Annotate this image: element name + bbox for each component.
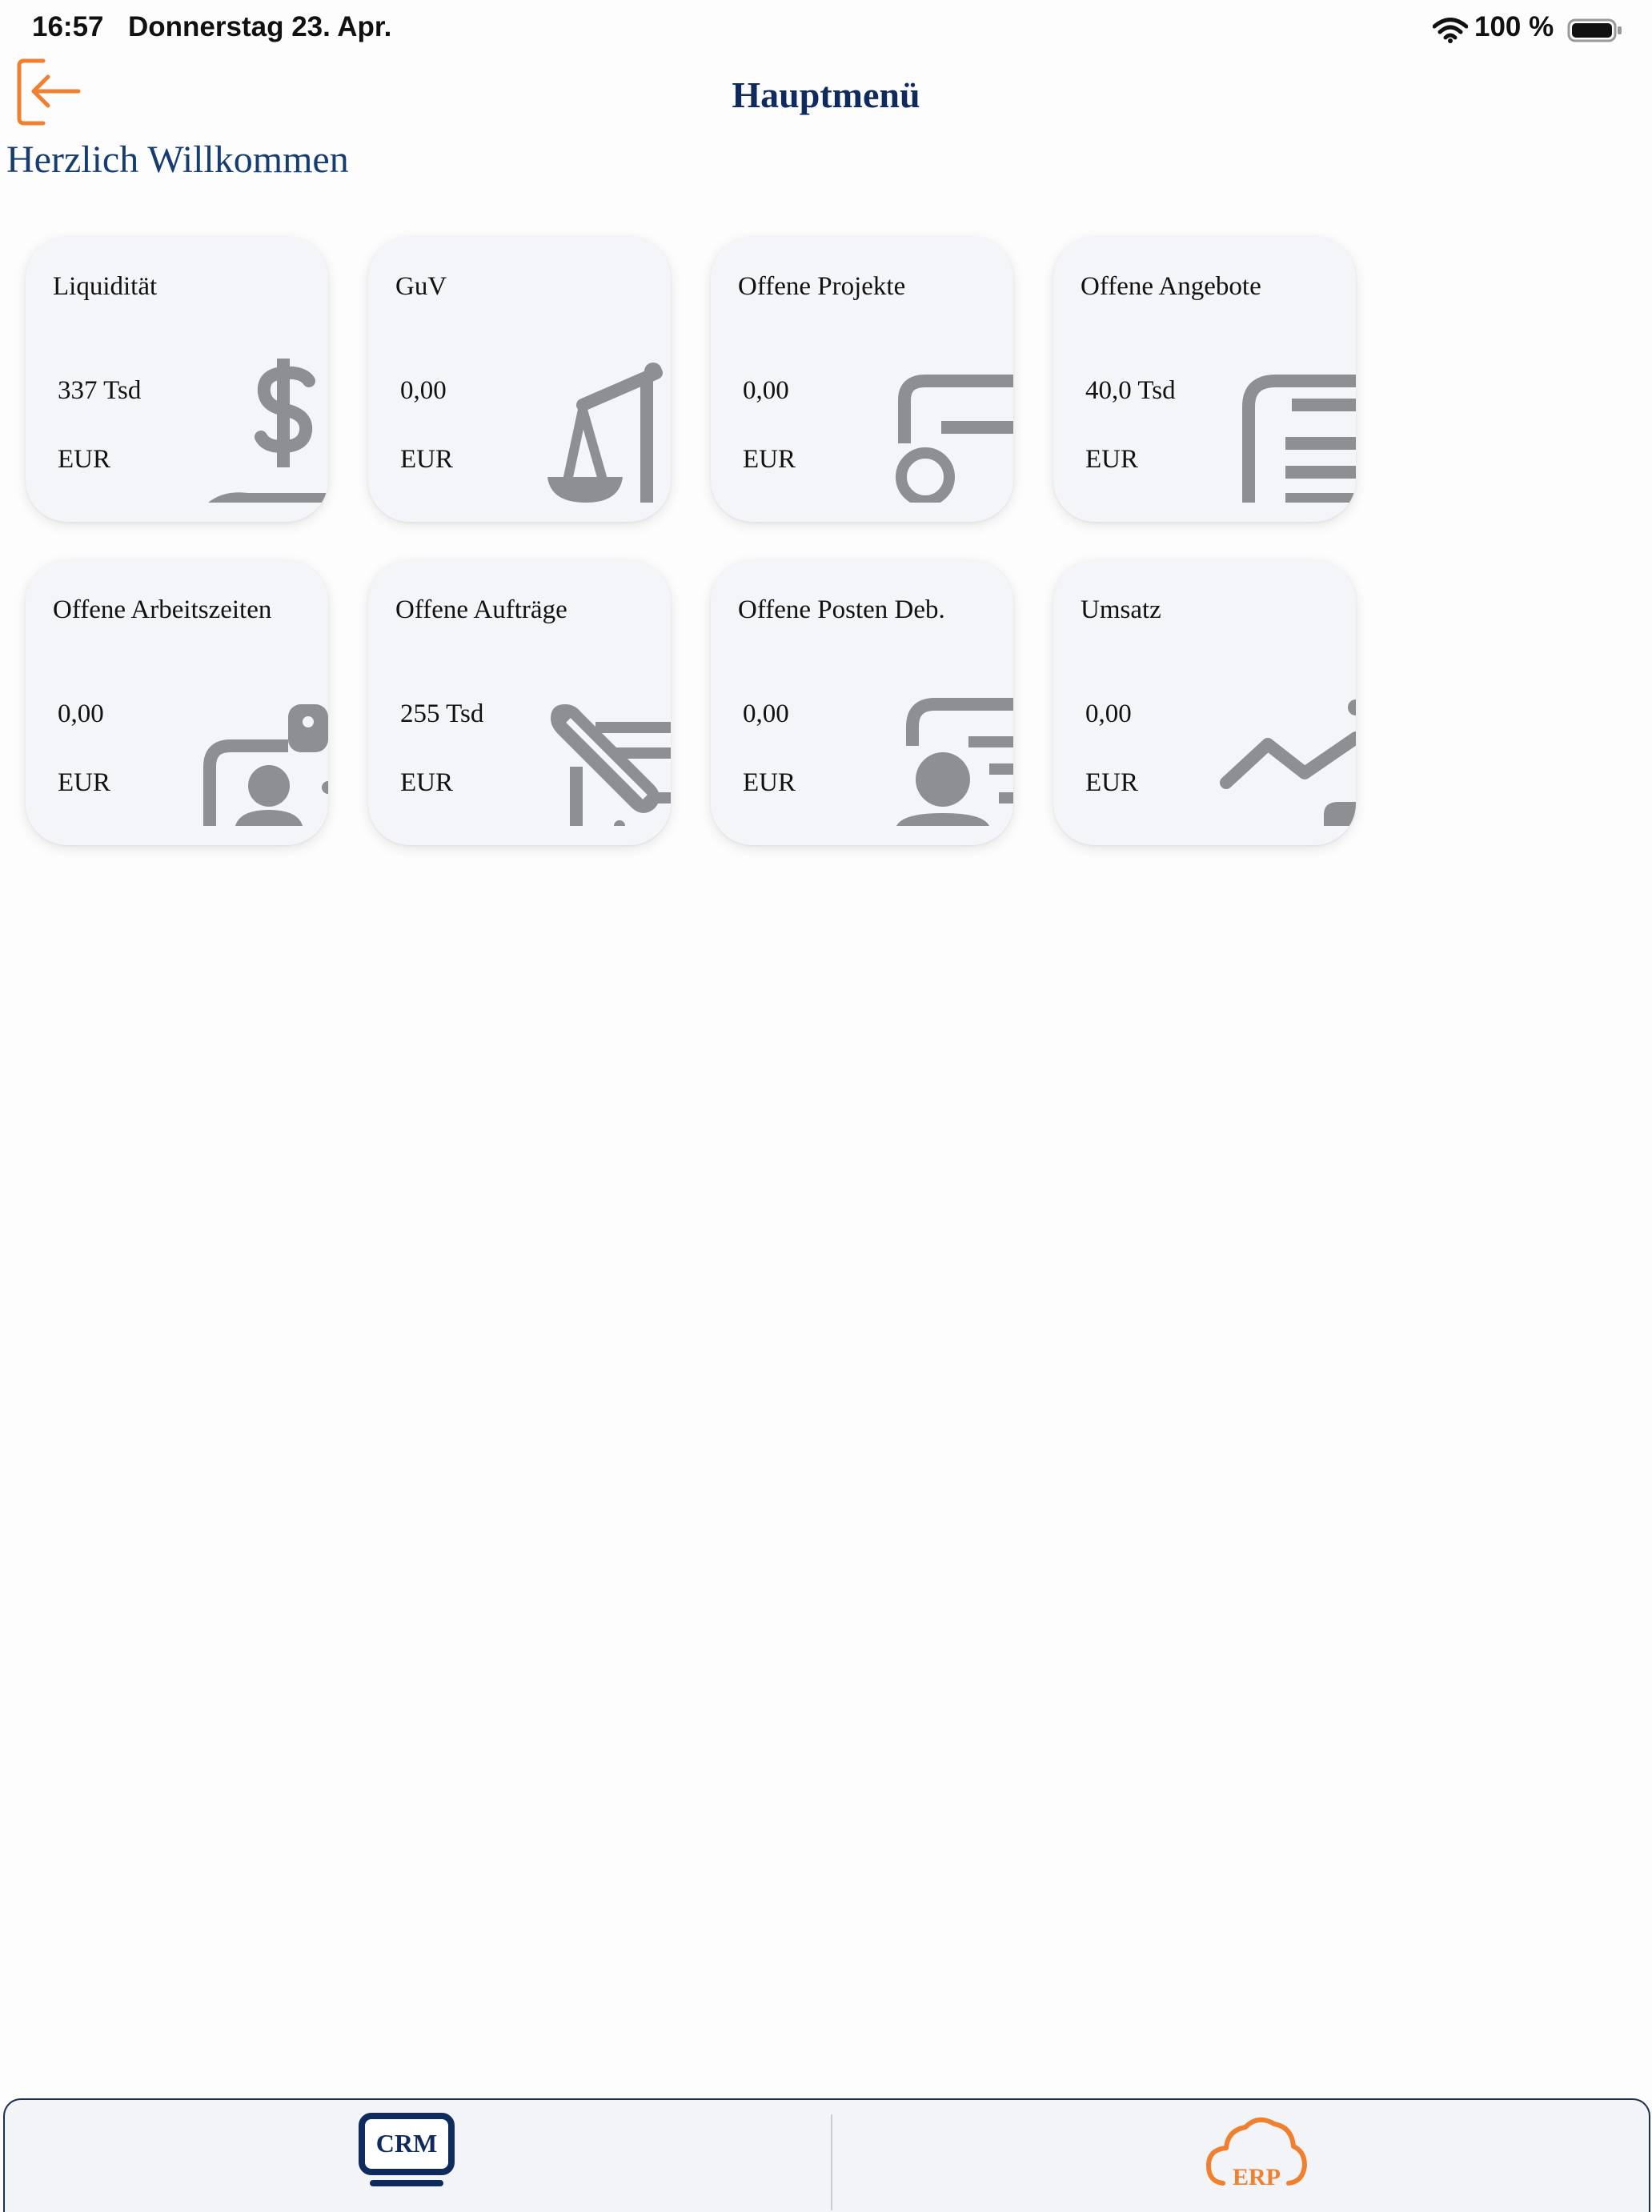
- tile-title: Offene Projekte: [738, 272, 906, 301]
- money-hand-icon: [176, 357, 328, 503]
- tile-offene-angebote[interactable]: Offene Angebote 40,0 Tsd EUR: [1053, 237, 1356, 522]
- bottom-navigation: CRM ERP: [3, 2098, 1650, 2212]
- tile-title: GuV: [395, 272, 447, 301]
- tile-title: Offene Angebote: [1081, 272, 1261, 301]
- crm-label: CRM: [375, 2129, 438, 2158]
- project-folder-icon: [861, 357, 1013, 503]
- wifi-icon: [1433, 18, 1468, 43]
- employee-clock-icon: [176, 680, 328, 826]
- battery-percentage: 100 %: [1474, 11, 1554, 42]
- order-pencil-icon: [519, 680, 671, 826]
- tile-offene-projekte[interactable]: Offene Projekte 0,00 EUR: [711, 237, 1013, 522]
- tile-title: Liquidität: [53, 272, 158, 301]
- tile-unit: EUR: [743, 445, 796, 474]
- bottom-divider: [831, 2114, 832, 2210]
- status-time: 16:57: [32, 11, 104, 42]
- tile-guv[interactable]: GuV 0,00 EUR: [368, 237, 671, 522]
- tile-unit: EUR: [58, 768, 110, 797]
- document-list-icon: [1204, 357, 1356, 503]
- tile-unit: EUR: [400, 445, 453, 474]
- tile-value: 255 Tsd: [400, 699, 484, 728]
- tile-title: Offene Aufträge: [395, 595, 567, 624]
- tile-offene-auftraege[interactable]: Offene Aufträge 255 Tsd EUR: [368, 560, 671, 845]
- status-date: Donnerstag 23. Apr.: [128, 11, 392, 42]
- battery-icon: [1567, 18, 1622, 42]
- tile-title: Offene Arbeitszeiten: [53, 595, 272, 624]
- dashboard-tiles: Liquidität 337 Tsd EUR GuV 0,00 EUR Offe…: [26, 237, 1356, 845]
- tile-unit: EUR: [743, 768, 796, 797]
- tile-value: 0,00: [400, 376, 447, 405]
- erp-button[interactable]: ERP: [1205, 2110, 1308, 2196]
- tile-title: Offene Posten Deb.: [738, 595, 945, 624]
- tile-value: 0,00: [743, 699, 789, 728]
- tile-offene-posten-deb[interactable]: Offene Posten Deb. 0,00 EUR: [711, 560, 1013, 845]
- tile-value: 337 Tsd: [58, 376, 142, 405]
- tile-offene-arbeitszeiten[interactable]: Offene Arbeitszeiten 0,00 EUR: [26, 560, 328, 845]
- tile-liquiditaet[interactable]: Liquidität 337 Tsd EUR: [26, 237, 328, 522]
- tile-unit: EUR: [58, 445, 110, 474]
- status-bar: 16:57 Donnerstag 23. Apr. 100 %: [0, 0, 1652, 61]
- tile-unit: EUR: [1085, 768, 1138, 797]
- tile-value: 0,00: [58, 699, 104, 728]
- tile-umsatz[interactable]: Umsatz 0,00 EUR: [1053, 560, 1356, 845]
- tile-title: Umsatz: [1081, 595, 1161, 624]
- tile-value: 0,00: [743, 376, 789, 405]
- tile-unit: EUR: [400, 768, 453, 797]
- balance-scale-icon: [519, 357, 671, 503]
- tile-value: 40,0 Tsd: [1085, 376, 1176, 405]
- debtor-user-icon: [861, 680, 1013, 826]
- tile-value: 0,00: [1085, 699, 1132, 728]
- revenue-chart-icon: [1204, 680, 1356, 826]
- tile-unit: EUR: [1085, 445, 1138, 474]
- page-title: Hauptmenü: [732, 74, 920, 115]
- erp-label: ERP: [1233, 2164, 1281, 2190]
- welcome-text: Herzlich Willkommen: [6, 138, 349, 181]
- crm-button[interactable]: CRM: [357, 2111, 456, 2191]
